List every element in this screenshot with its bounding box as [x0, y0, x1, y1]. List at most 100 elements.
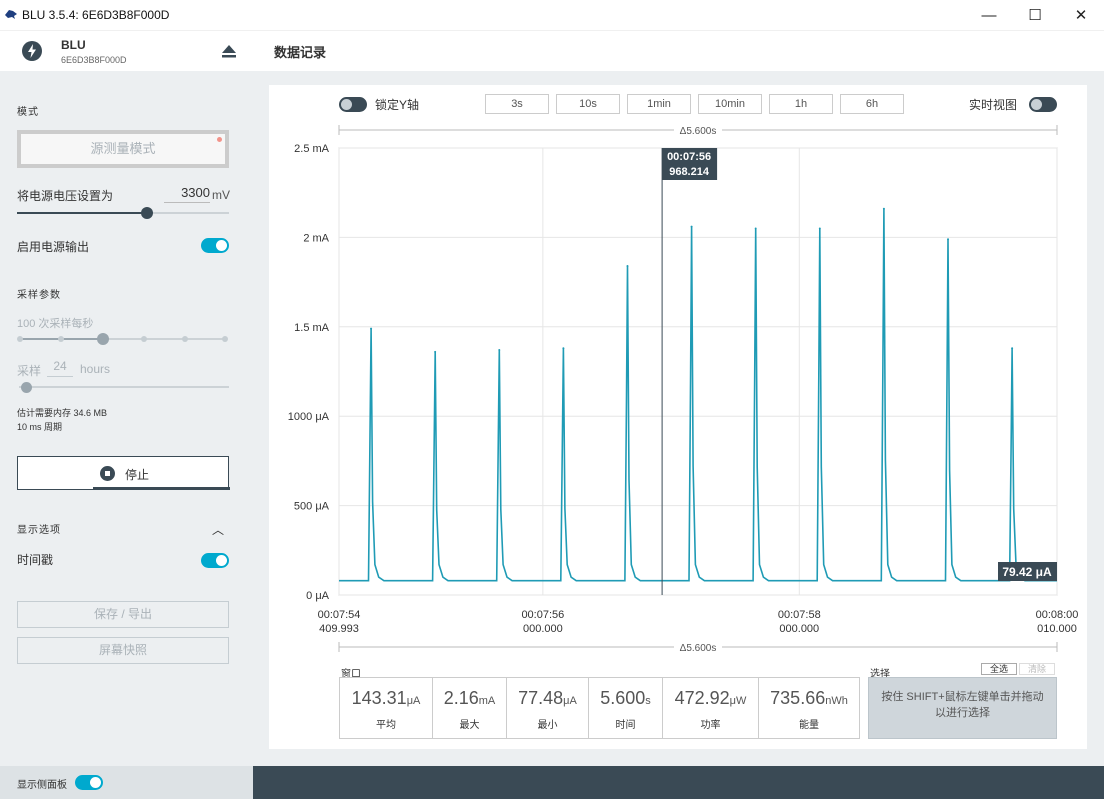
stop-button-underline: [93, 487, 230, 490]
x-tick-label-ms: 010.000: [1037, 623, 1077, 635]
duration-slider-thumb[interactable]: [21, 382, 32, 393]
pulse-peak-point: [882, 207, 885, 210]
window-title-bar: BLU 3.5.4: 6E6D3B8F000D — ☐ ✕: [0, 0, 1104, 31]
stat-max-label: 最大: [459, 720, 480, 731]
x-tick-label-ms: 000.000: [779, 623, 819, 635]
voltage-label: 将电源电压设置为: [17, 189, 114, 203]
stat-average-label: 平均: [376, 720, 396, 731]
y-tick-label: 2 mA: [303, 232, 329, 244]
mode-section-title: 模式: [17, 107, 39, 118]
stop-button[interactable]: 停止: [17, 456, 230, 490]
stat-max-value: 2.16: [443, 688, 479, 708]
x-tick-label-time: 00:08:00: [1036, 609, 1079, 621]
eject-icon[interactable]: [221, 44, 237, 58]
window-close-button[interactable]: ✕: [1058, 0, 1104, 31]
pulse-peak-point: [947, 238, 950, 241]
sampling-section-title: 采样参数: [17, 290, 61, 301]
x-tick-label-time: 00:07:54: [318, 609, 361, 621]
duration-slider-track[interactable]: [19, 386, 229, 388]
stat-power-label: 功率: [700, 720, 721, 731]
voltage-slider-fill: [17, 212, 147, 214]
stat-average-value: 143.31: [351, 688, 407, 708]
timestamp-toggle[interactable]: [201, 553, 229, 568]
x-tick-label-ms: 409.993: [319, 623, 359, 635]
sidebar-footer: 显示侧面板: [0, 766, 253, 799]
y-tick-label: 1.5 mA: [294, 322, 330, 334]
stat-min-value: 77.48: [518, 688, 564, 708]
stop-button-label: 停止: [125, 468, 150, 482]
last-value-label: 79.42 μA: [1002, 565, 1052, 579]
window-maximize-button[interactable]: ☐: [1012, 0, 1058, 31]
stop-icon: [100, 466, 115, 481]
app-logo-icon: [5, 10, 17, 19]
stat-max: 2.16mA 最大: [433, 678, 507, 738]
screenshot-button[interactable]: 屏幕快照: [17, 637, 229, 664]
pulse-peak-point: [562, 347, 565, 350]
voltage-unit: mV: [212, 188, 230, 202]
memory-estimate: 估计需要内存 34.6 MB: [17, 408, 108, 418]
voltage-slider-thumb[interactable]: [141, 207, 153, 219]
sample-rate-step: [222, 336, 228, 342]
stat-average-unit: μA: [406, 695, 421, 707]
sample-period: 10 ms 周期: [17, 422, 63, 432]
stat-max-unit: mA: [478, 695, 496, 707]
stat-min: 77.48μA 最小: [507, 678, 589, 738]
duration-input[interactable]: 24: [47, 359, 73, 377]
window-minimize-button[interactable]: —: [966, 0, 1012, 31]
chevron-up-icon[interactable]: ︿: [212, 521, 224, 537]
data-logger-panel: 锁定Y轴 3s 10s 1min 10min 1h 6h 实时视图 Δ5.600…: [269, 85, 1087, 749]
pulse-peak-point: [754, 227, 757, 230]
pulse-peak-point: [434, 350, 437, 353]
y-tick-label: 0 μA: [306, 590, 330, 602]
stat-energy-label: 能量: [799, 720, 819, 731]
device-header: BLU 6E6D3B8F000D: [0, 31, 253, 71]
power-output-label: 启用电源输出: [17, 240, 90, 254]
device-serial: 6E6D3B8F000D: [61, 55, 127, 65]
stat-energy-unit: nWh: [825, 695, 848, 707]
stat-power: 472.92μW 功率: [663, 678, 759, 738]
display-section-title: 显示选项: [17, 525, 61, 536]
cursor-value-label: 968.214: [669, 166, 710, 178]
y-tick-label: 2.5 mA: [294, 143, 330, 155]
cursor-time-label: 00:07:56: [667, 151, 711, 163]
clear-selection-button[interactable]: 清除: [1019, 663, 1055, 675]
main-header: 数据记录: [253, 31, 1104, 71]
sample-rate-step: [17, 336, 23, 342]
show-side-panel-label: 显示侧面板: [17, 780, 67, 791]
voltage-input[interactable]: 3300: [164, 185, 210, 203]
select-all-button[interactable]: 全选: [981, 663, 1017, 675]
lightning-icon: [22, 41, 42, 61]
save-export-button[interactable]: 保存 / 导出: [17, 601, 229, 628]
sample-rate-slider-thumb[interactable]: [97, 333, 109, 345]
sample-rate-step: [58, 336, 64, 342]
stat-min-unit: μA: [563, 695, 577, 707]
window-title: BLU 3.5.4: 6E6D3B8F000D: [22, 8, 170, 22]
y-tick-label: 1000 μA: [288, 411, 330, 423]
source-meter-mode-button[interactable]: 源测量模式: [17, 130, 229, 168]
y-tick-label: 500 μA: [294, 501, 330, 513]
main-footer-bar: [253, 766, 1104, 799]
timestamp-label: 时间戳: [17, 553, 54, 567]
x-tick-label-ms: 000.000: [523, 623, 563, 635]
x-tick-label-time: 00:07:58: [778, 609, 821, 621]
pulse-peak-point: [498, 349, 501, 352]
stat-power-unit: μW: [729, 695, 747, 707]
sidebar: BLU 6E6D3B8F000D 模式 源测量模式 将电源电压设置为 3300 …: [0, 31, 253, 799]
stat-power-value: 472.92: [674, 688, 730, 708]
sample-rate-label: 100 次采样每秒: [17, 318, 94, 330]
mode-button-label: 源测量模式: [90, 141, 156, 156]
pulse-peak-point: [370, 327, 373, 330]
current-chart[interactable]: Δ5.600s Δ5.600s 0 μA 500 μA 1000 μA 1.5 mA 2 m…: [269, 85, 1087, 749]
delta-bottom-label: Δ5.600s: [680, 643, 717, 654]
pulse-peak-point: [1011, 347, 1014, 350]
duration-label: 采样: [17, 364, 42, 378]
device-name: BLU: [61, 38, 86, 52]
stat-time-value: 5.600: [600, 688, 646, 708]
show-side-panel-toggle[interactable]: [75, 775, 103, 790]
stat-min-label: 最小: [537, 720, 558, 731]
stat-time-label: 时间: [615, 720, 636, 731]
current-series-line: [339, 208, 1057, 582]
power-output-toggle[interactable]: [201, 238, 229, 253]
main-area: 锁定Y轴 3s 10s 1min 10min 1h 6h 实时视图 Δ5.600…: [253, 71, 1104, 766]
sample-rate-step: [141, 336, 147, 342]
